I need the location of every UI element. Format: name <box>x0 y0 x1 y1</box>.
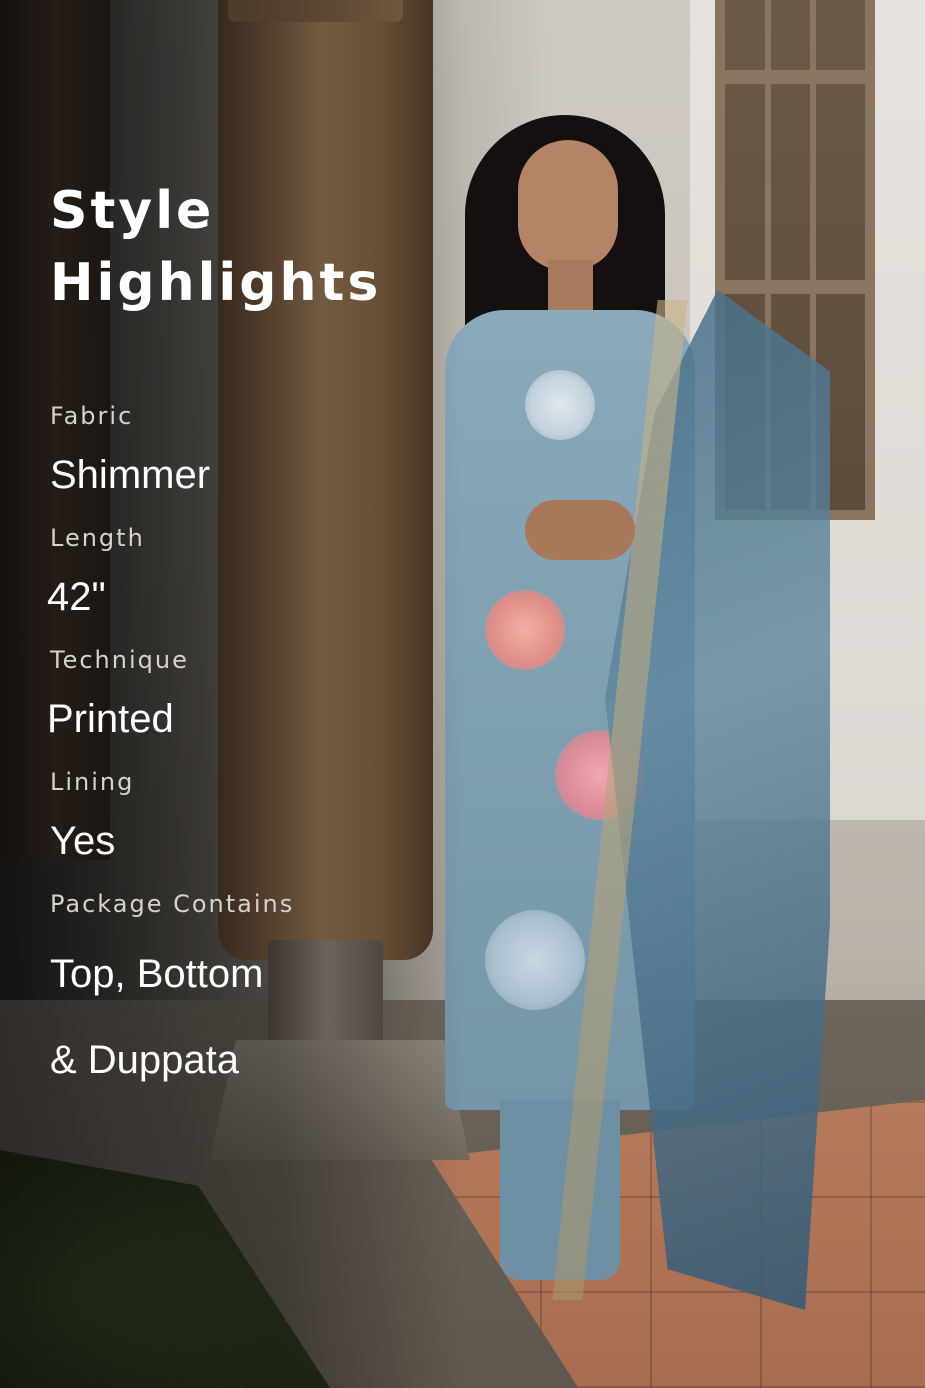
spec-label: Fabric <box>50 402 134 430</box>
spec-lining: Lining Yes <box>50 767 450 865</box>
spec-value: 42" <box>47 575 106 619</box>
spec-value: Yes <box>50 819 116 863</box>
spec-label: Length <box>50 524 145 552</box>
highlights-panel: Style Highlights Fabric Shimmer Length 4… <box>47 175 450 1115</box>
spec-value: Shimmer <box>50 453 211 497</box>
spec-label: Technique <box>50 646 189 674</box>
page-title: Style Highlights <box>50 175 450 319</box>
spec-value: Printed <box>47 697 174 741</box>
spec-value-line-1: Top, Bottom <box>50 952 264 996</box>
spec-length: Length 42" <box>47 523 450 621</box>
product-highlights-banner: Style Highlights Fabric Shimmer Length 4… <box>0 0 925 1388</box>
spec-label: Lining <box>50 768 135 796</box>
spec-label: Package Contains <box>50 890 295 918</box>
spec-fabric: Fabric Shimmer <box>50 401 450 499</box>
spec-package-contains: Package Contains Top, Bottom & Duppata <box>50 889 450 1091</box>
title-line-2: Highlights <box>50 253 382 313</box>
spec-technique: Technique Printed <box>47 645 450 743</box>
spec-value-line-2: & Duppata <box>50 1038 240 1082</box>
title-line-1: Style <box>50 181 215 241</box>
